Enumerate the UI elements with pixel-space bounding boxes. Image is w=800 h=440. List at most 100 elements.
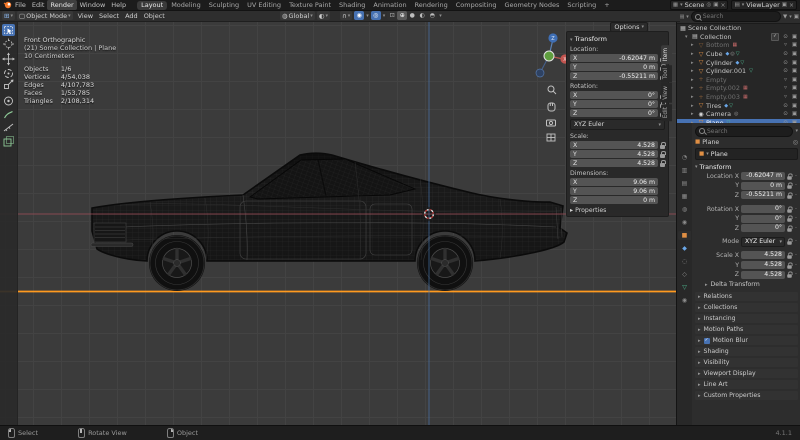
outliner-search[interactable] <box>690 11 782 22</box>
properties-tab[interactable]: ◇ <box>678 270 691 279</box>
animate-dot-icon[interactable]: · <box>794 215 798 222</box>
animate-dot-icon[interactable]: · <box>794 206 798 213</box>
snap-button[interactable]: ∩ ▾ <box>339 11 353 20</box>
add-workspace-button[interactable]: + <box>600 1 613 10</box>
animate-dot-icon[interactable]: · <box>794 271 798 278</box>
n-panel-tab[interactable]: Tool <box>661 65 672 83</box>
location-field[interactable]: Z -0.55211 m <box>570 72 658 80</box>
rotate-tool[interactable] <box>4 69 13 78</box>
dimension-field[interactable]: Y 9.06 m <box>570 187 658 195</box>
animate-dot-icon[interactable]: · <box>794 262 798 269</box>
camera-restrict-icon[interactable]: ▣ <box>790 111 799 117</box>
camera-restrict-icon[interactable]: ▣ <box>790 51 799 57</box>
camera-restrict-icon[interactable]: ▣ <box>790 68 799 74</box>
properties-tab[interactable]: ◌ <box>678 257 691 266</box>
transform-panel-header[interactable]: ▾ Transform <box>570 35 665 43</box>
camera-restrict-icon[interactable]: ▣ <box>790 77 799 83</box>
cursor-tool[interactable] <box>3 38 14 50</box>
collection-checkbox[interactable]: ✓ <box>771 32 779 41</box>
lock-icon[interactable] <box>660 141 666 149</box>
location-field[interactable]: Y 0 m <box>570 63 658 71</box>
properties-tab[interactable]: ◉ <box>678 296 691 305</box>
row-value-field[interactable]: 0° <box>741 214 785 223</box>
scale-field[interactable]: Y 4.528 <box>570 150 658 158</box>
properties-tab[interactable]: ■ <box>678 231 691 240</box>
properties-subpanel-header[interactable]: ▸ Properties <box>570 207 665 214</box>
viewport-menu-item[interactable]: Select <box>96 12 122 20</box>
camera-restrict-icon[interactable]: ▣ <box>790 60 799 66</box>
editor-type-button[interactable]: ⊞ ▾ <box>2 11 15 20</box>
rotation-mode-dropdown[interactable]: XYZ Euler ▾ <box>570 119 665 130</box>
eye-icon[interactable]: ⊙ <box>781 60 790 66</box>
rotation-field[interactable]: Z 0° <box>570 109 658 117</box>
workspace-tab[interactable]: Modeling <box>167 1 205 10</box>
pin-icon[interactable]: ◎ <box>706 2 711 8</box>
camera-restrict-icon[interactable]: ▣ <box>790 94 799 100</box>
lock-icon[interactable] <box>787 238 793 246</box>
location-field[interactable]: X -0.62047 m <box>570 54 658 62</box>
pan-hand-icon[interactable] <box>547 102 556 112</box>
eye-icon[interactable]: ▿ <box>781 94 790 100</box>
scale-field[interactable]: X 4.528 <box>570 141 658 149</box>
panel-header[interactable]: ▸ ✓ Instancing <box>695 313 798 324</box>
camera-view-icon[interactable] <box>546 119 556 127</box>
lock-icon[interactable] <box>787 192 793 199</box>
transform-panel-header[interactable]: ▾ Transform <box>695 162 798 172</box>
close-icon[interactable]: × <box>789 2 794 9</box>
menu-item[interactable]: File <box>12 0 29 10</box>
lock-icon[interactable] <box>787 173 793 180</box>
panel-header[interactable]: ▸ ✓ Motion Blur <box>695 335 798 346</box>
measure-tool[interactable] <box>3 123 14 132</box>
row-value-field[interactable]: 4.528 <box>741 261 785 270</box>
panel-checkbox[interactable]: ✓ <box>703 337 710 344</box>
shading-material-button[interactable]: ◐ <box>417 11 427 20</box>
properties-tab[interactable]: ◉ <box>678 218 691 227</box>
delta-transform-header[interactable]: ▸ Delta Transform <box>695 280 798 290</box>
outliner-object-row[interactable]: ▸ ▽ Bottom ▦ ▿ ▣ <box>677 41 800 50</box>
viewport-menu-item[interactable]: View <box>75 12 96 20</box>
row-value-field[interactable]: 0° <box>741 205 785 214</box>
shading-rendered-button[interactable]: ◓ <box>427 11 437 20</box>
dimension-field[interactable]: X 9.06 m <box>570 178 658 186</box>
menu-item[interactable]: Edit <box>29 0 48 10</box>
row-value-field[interactable]: 4.528 <box>741 251 785 260</box>
orthographic-toggle-icon[interactable] <box>546 133 556 142</box>
row-value-field[interactable]: -0.62047 m <box>741 172 785 181</box>
show-gizmo-toggle[interactable]: ◉ <box>354 11 365 20</box>
animate-dot-icon[interactable]: · <box>794 252 798 259</box>
view-layer-selector[interactable]: ▤ ▾ ViewLayer ▣ × <box>731 0 797 10</box>
transform-orientation[interactable]: ◍ Global ▾ <box>279 11 315 20</box>
viewport-3d[interactable]: Front Orthographic (21) Some Collection … <box>0 21 676 426</box>
outliner-object-row[interactable]: ▸ ▽ Tires ◆ ▽ ⊙ ▣ <box>677 101 800 110</box>
camera-restrict-icon[interactable]: ▣ <box>790 103 799 109</box>
row-value-field[interactable]: 0° <box>741 224 785 233</box>
panel-header[interactable]: ▸ ✓ Line Art <box>695 379 798 390</box>
panel-header[interactable]: ▸ ✓ Custom Properties <box>695 390 798 401</box>
car-wireframe-object[interactable] <box>90 152 568 291</box>
workspace-tab[interactable]: Geometry Nodes <box>501 1 564 10</box>
scene-collection-row[interactable]: ▦ Scene Collection <box>677 24 800 33</box>
scene-selector[interactable]: ▦ ▾ Scene ◎ ▣ × <box>669 0 729 10</box>
workspace-tab[interactable]: Texture Paint <box>285 1 335 10</box>
workspace-tab[interactable]: Scripting <box>563 1 600 10</box>
panel-header[interactable]: ▸ ✓ Shading <box>695 346 798 357</box>
workspace-tab[interactable]: Sculpting <box>205 1 243 10</box>
collection-row[interactable]: ▾ ▤ Collection ✓ ⊙ ▣ <box>677 32 800 42</box>
n-panel-tab[interactable]: Item <box>661 45 672 65</box>
animate-dot-icon[interactable]: · <box>794 238 798 245</box>
outliner-object-row[interactable]: ▸ + Empty.003 ▦ ▿ ▣ <box>677 93 800 102</box>
properties-tab[interactable]: ◔ <box>678 153 691 162</box>
lock-icon[interactable] <box>787 215 793 222</box>
lock-icon[interactable] <box>787 206 793 213</box>
shading-solid-button[interactable]: ● <box>407 11 417 20</box>
panel-header[interactable]: ▸ ✓ Collections <box>695 302 798 313</box>
eye-icon[interactable]: ▿ <box>781 85 790 91</box>
workspace-tab[interactable]: Compositing <box>452 1 501 10</box>
workspace-tab[interactable]: Shading <box>335 1 369 10</box>
mode-selector[interactable]: ▢ Object Mode ▾ <box>16 11 73 20</box>
lock-icon[interactable] <box>787 262 793 269</box>
camera-restrict-icon[interactable]: ▣ <box>790 42 799 48</box>
outliner-object-row[interactable]: ▸ + Empty.002 ▦ ▿ ▣ <box>677 84 800 93</box>
properties-tab[interactable]: ▥ <box>678 166 691 175</box>
eye-icon[interactable]: ⊙ <box>781 68 790 74</box>
